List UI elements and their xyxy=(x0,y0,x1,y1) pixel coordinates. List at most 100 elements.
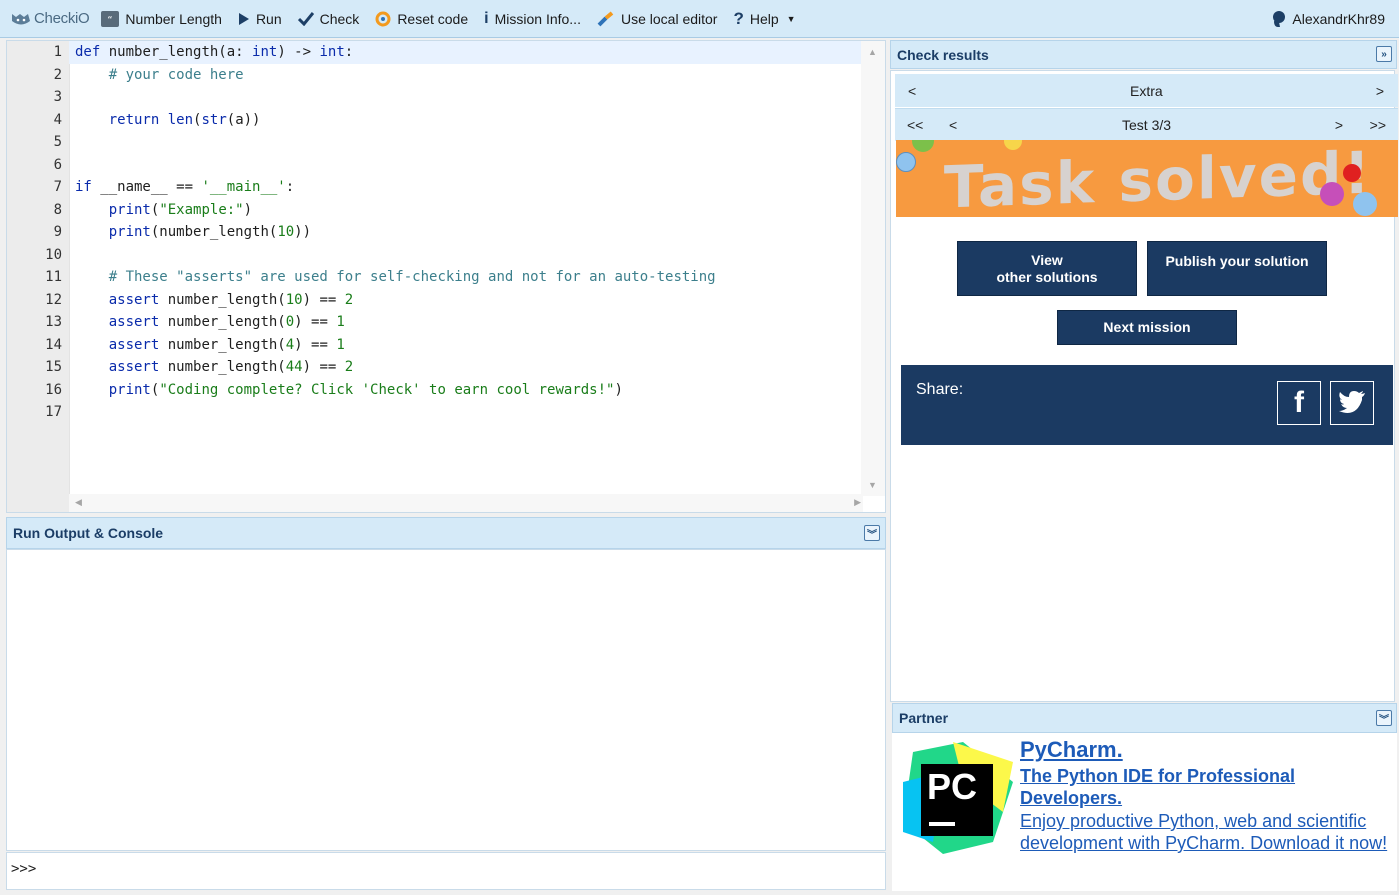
collapse-console-button[interactable]: ︾ xyxy=(864,525,880,541)
light-blue-ball-decoration xyxy=(1353,192,1377,216)
next-test-button[interactable]: > xyxy=(1335,117,1343,133)
code-line[interactable]: 15 assert number_length(44) == 2 xyxy=(7,356,867,379)
green-ball-decoration xyxy=(912,140,934,152)
line-number: 3 xyxy=(53,89,62,105)
scroll-left-icon[interactable]: ◀ xyxy=(75,497,82,508)
task-solved-banner: Task solved! xyxy=(896,140,1398,217)
checkio-cat-icon xyxy=(10,11,32,27)
code-line[interactable]: 5 xyxy=(7,131,867,154)
pycharm-logo[interactable]: PC xyxy=(903,742,1013,854)
console-prompt: >>> xyxy=(11,861,37,877)
code-line[interactable]: 17 xyxy=(7,401,867,424)
code-line[interactable]: 14 assert number_length(4) == 1 xyxy=(7,334,867,357)
console-input[interactable]: >>> xyxy=(6,852,886,890)
code-line[interactable]: 8 print("Example:") xyxy=(7,199,867,222)
code-text: print("Example:") xyxy=(108,201,253,218)
line-number: 6 xyxy=(53,156,62,173)
code-text: def number_length(a: int) -> int: xyxy=(75,44,354,60)
double-chevron-down-icon: ︾ xyxy=(867,529,877,541)
check-label: Check xyxy=(319,10,360,27)
mission-name-button[interactable]: “ Number Length xyxy=(93,0,230,38)
scroll-up-icon[interactable]: ▲ xyxy=(868,47,877,57)
test-nav: << < Test 3/3 > >> xyxy=(895,108,1398,141)
code-line[interactable]: 7 if __name__ == '__main__': xyxy=(7,176,867,199)
code-line[interactable]: 13 assert number_length(0) == 1 xyxy=(7,311,867,334)
code-line[interactable]: 3 xyxy=(7,86,867,109)
code-text: assert number_length(44) == 2 xyxy=(108,359,354,375)
partner-description-link[interactable]: Enjoy productive Python, web and scienti… xyxy=(1020,810,1390,854)
double-chevron-right-icon: » xyxy=(1381,48,1387,60)
facebook-icon: f xyxy=(1294,386,1304,419)
code-line[interactable]: 4 return len(str(a)) xyxy=(7,109,867,132)
reset-code-button[interactable]: Reset code xyxy=(367,0,476,38)
code-text: return len(str(a)) xyxy=(108,111,261,128)
view-other-solutions-button[interactable]: View other solutions xyxy=(957,241,1137,296)
mission-info-button[interactable]: i Mission Info... xyxy=(476,0,589,38)
check-button[interactable]: Check xyxy=(290,0,368,38)
prev-test-button[interactable]: < xyxy=(949,117,957,133)
first-test-button[interactable]: << xyxy=(907,117,923,133)
pycharm-logo-text: PC xyxy=(927,766,978,807)
code-line[interactable]: 6 xyxy=(7,154,867,177)
line-number: 13 xyxy=(45,314,62,330)
vertical-scrollbar[interactable]: ▲ ▼ xyxy=(861,41,885,496)
code-text: assert number_length(10) == 2 xyxy=(108,291,354,308)
info-icon: i xyxy=(484,9,489,27)
scroll-right-icon[interactable]: ▶ xyxy=(854,497,861,508)
code-editor[interactable]: 1 def number_length(a: int) -> int: 2 # yo… xyxy=(6,40,886,513)
code-line[interactable]: 10 xyxy=(7,244,867,267)
category-next-button[interactable]: > xyxy=(1376,83,1384,99)
next-mission-button[interactable]: Next mission xyxy=(1057,310,1237,345)
help-icon: ? xyxy=(733,8,744,28)
collapse-results-button[interactable]: » xyxy=(1376,46,1392,62)
check-icon xyxy=(297,11,314,26)
scroll-down-icon[interactable]: ▼ xyxy=(868,480,877,490)
collapse-partner-button[interactable]: ︾ xyxy=(1376,710,1392,726)
category-label: Extra xyxy=(1130,82,1163,99)
console-header: Run Output & Console ︾ xyxy=(6,517,886,549)
help-label: Help xyxy=(749,10,779,27)
partner-product-link[interactable]: PyCharm. xyxy=(1020,737,1123,763)
code-line[interactable]: 2 # your code here xyxy=(7,64,867,87)
code-line[interactable]: 11 # These "asserts" are used for self-c… xyxy=(7,266,867,289)
publish-solution-button[interactable]: Publish your solution xyxy=(1147,241,1327,296)
red-ball-decoration xyxy=(1343,164,1361,182)
code-line[interactable]: 9 print(number_length(10)) xyxy=(7,221,867,244)
console-title: Run Output & Console xyxy=(13,525,164,541)
code-line[interactable]: 12 assert number_length(10) == 2 xyxy=(7,289,867,312)
mission-name-label: Number Length xyxy=(125,10,222,27)
horizontal-scrollbar[interactable]: ◀ ▶ xyxy=(69,494,863,512)
last-test-button[interactable]: >> xyxy=(1370,117,1386,133)
run-button[interactable]: Run xyxy=(230,0,290,38)
code-line[interactable]: 1 def number_length(a: int) -> int: xyxy=(7,41,867,64)
local-editor-icon xyxy=(597,10,615,27)
user-menu[interactable]: AlexandrKhr89 xyxy=(1262,0,1399,38)
twitter-share-button[interactable] xyxy=(1330,381,1374,425)
logo-text: CheckiO xyxy=(34,10,90,27)
line-number: 17 xyxy=(45,404,62,420)
checkio-logo[interactable]: CheckiO xyxy=(0,0,93,38)
twitter-icon xyxy=(1338,390,1366,417)
double-chevron-down-icon: ︾ xyxy=(1379,714,1389,726)
view-solutions-line2: other solutions xyxy=(996,268,1098,285)
code-line[interactable]: 16 print("Coding complete? Click 'Check'… xyxy=(7,379,867,402)
line-number: 12 xyxy=(45,291,62,308)
facebook-share-button[interactable]: f xyxy=(1277,381,1321,425)
line-number: 9 xyxy=(53,224,62,240)
blue-ball-decoration xyxy=(896,152,916,172)
code-text: # These "asserts" are used for self-chec… xyxy=(108,269,716,285)
local-editor-label: Use local editor xyxy=(620,10,718,27)
category-prev-button[interactable]: < xyxy=(908,83,916,99)
code-text: if __name__ == '__main__': xyxy=(75,179,295,195)
partner-tagline-link[interactable]: The Python IDE for Professional Develope… xyxy=(1020,765,1350,809)
partner-title: Partner xyxy=(899,710,949,726)
line-number: 2 xyxy=(53,66,62,83)
help-menu[interactable]: ? Help ▼ xyxy=(725,0,803,38)
publish-label: Publish your solution xyxy=(1165,253,1309,269)
console-output xyxy=(6,549,886,851)
line-number: 1 xyxy=(53,44,62,60)
local-editor-button[interactable]: Use local editor xyxy=(589,0,726,38)
line-number: 14 xyxy=(45,336,62,353)
yellow-ball-decoration xyxy=(1004,140,1022,150)
line-number: 10 xyxy=(45,246,62,263)
